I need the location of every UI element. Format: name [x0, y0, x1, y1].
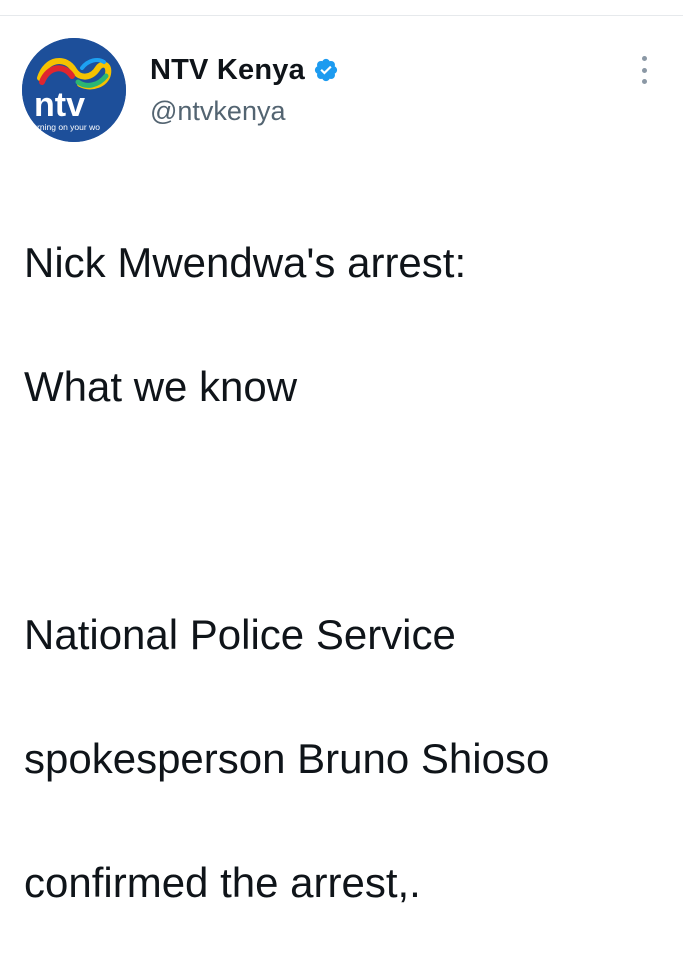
tweet-text-line: What we know: [24, 363, 298, 410]
tweet-text-line: Nick Mwendwa's arrest:: [24, 239, 467, 286]
svg-text:ntv: ntv: [34, 86, 85, 124]
avatar[interactable]: ntv turning on your wo: [22, 38, 126, 142]
more-dot: [641, 56, 647, 61]
ntv-logo-icon: ntv turning on your wo: [22, 38, 126, 142]
tweet-text: Nick Mwendwa's arrest: What we know Nati…: [24, 170, 664, 976]
more-dot: [641, 79, 647, 84]
tweet-header: ntv turning on your wo NTV Kenya @ntvken…: [0, 0, 683, 160]
tweet-text-line: confirmed the arrest,.: [24, 859, 421, 906]
svg-text:turning on your wo: turning on your wo: [30, 122, 100, 132]
author-display-name[interactable]: NTV Kenya: [150, 54, 305, 87]
author-handle[interactable]: @ntvkenya: [150, 96, 285, 127]
verified-badge-icon: [314, 58, 338, 82]
more-options-icon[interactable]: [632, 52, 656, 88]
tweet-text-blank-line: [24, 480, 664, 542]
author-name-row: NTV Kenya: [150, 50, 339, 90]
tweet-text-line: National Police Service: [24, 611, 456, 658]
tweet-text-line: spokesperson Bruno Shioso: [24, 735, 550, 782]
more-dot: [641, 67, 647, 73]
